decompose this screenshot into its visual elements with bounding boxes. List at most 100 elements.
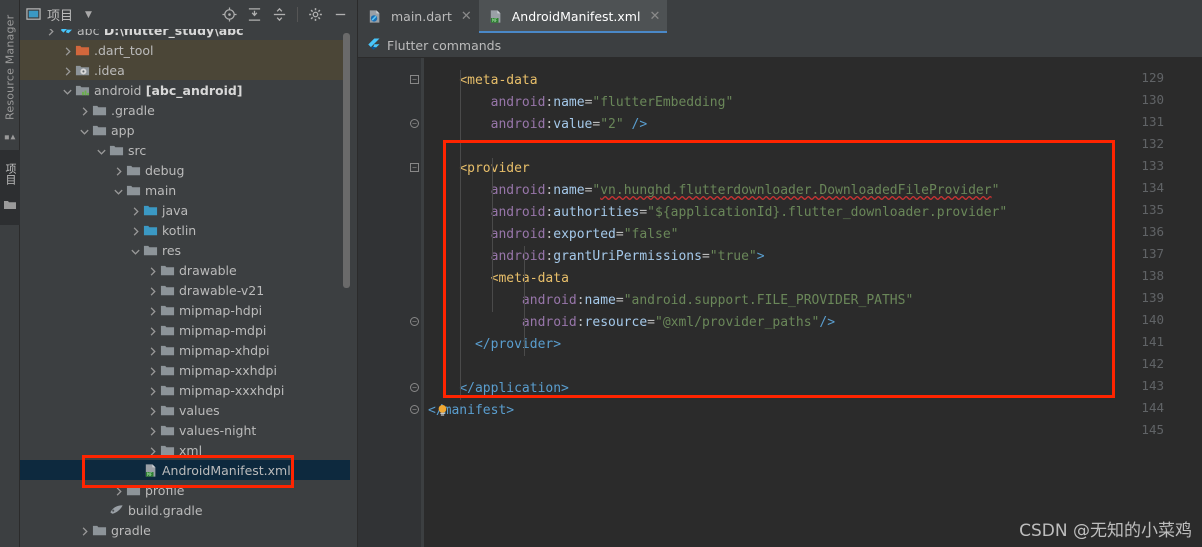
tree-item-res[interactable]: res bbox=[20, 240, 350, 260]
close-icon[interactable]: ✕ bbox=[461, 9, 472, 24]
tree-item-label: app bbox=[111, 122, 135, 138]
chevron-right-icon[interactable] bbox=[147, 445, 158, 456]
tree-item-mipmap-xxhdpi[interactable]: mipmap-xxhdpi bbox=[20, 360, 350, 380]
tree-item-mipmap-hdpi[interactable]: mipmap-hdpi bbox=[20, 300, 350, 320]
tree-item-app[interactable]: app bbox=[20, 120, 350, 140]
chevron-right-icon[interactable] bbox=[130, 225, 141, 236]
chevron-right-icon[interactable] bbox=[79, 105, 90, 116]
folder-orange-icon bbox=[75, 45, 90, 55]
fold-toggle-icon[interactable]: − bbox=[410, 119, 419, 128]
tree-item-android[interactable]: android [abc_android] bbox=[20, 80, 350, 100]
close-icon[interactable]: ✕ bbox=[649, 9, 660, 24]
fold-toggle-icon[interactable]: − bbox=[410, 163, 419, 172]
tree-item-xml[interactable]: xml bbox=[20, 440, 350, 460]
locate-in-tree-icon[interactable] bbox=[222, 7, 237, 22]
tree-item-mipmap-mdpi[interactable]: mipmap-mdpi bbox=[20, 320, 350, 340]
code-editor[interactable]: 129− <meta-data 130 android:name="flutter… bbox=[358, 58, 1202, 547]
svg-text:MF: MF bbox=[492, 18, 498, 24]
tree-item-drawable-v21[interactable]: drawable-v21 bbox=[20, 280, 350, 300]
tree-item--dart-tool[interactable]: .dart_tool bbox=[20, 40, 350, 60]
chevron-right-icon[interactable] bbox=[147, 425, 158, 436]
tree-item-gradle[interactable]: gradle bbox=[20, 520, 350, 540]
code-line-130[interactable]: android:name="flutterEmbedding" bbox=[428, 92, 734, 114]
editor-gutter[interactable] bbox=[358, 58, 424, 547]
collapse-all-icon[interactable] bbox=[272, 7, 287, 22]
chevron-right-icon[interactable] bbox=[147, 345, 158, 356]
tree-item-abc[interactable]: abc D:\flutter_study\abc bbox=[20, 29, 350, 40]
chevron-down-icon[interactable] bbox=[79, 125, 90, 136]
chevron-right-icon[interactable] bbox=[45, 29, 56, 36]
chevron-down-icon[interactable] bbox=[62, 85, 73, 96]
tree-item-src[interactable]: src bbox=[20, 140, 350, 160]
tree-item-build-gradle[interactable]: build.gradle bbox=[20, 500, 350, 520]
code-line-141[interactable]: </provider> bbox=[428, 334, 561, 356]
tree-item-values-night[interactable]: values-night bbox=[20, 420, 350, 440]
tree-item-java[interactable]: java bbox=[20, 200, 350, 220]
code-token: android bbox=[490, 205, 546, 220]
project-tool-tab[interactable]: 项目 bbox=[0, 150, 20, 225]
code-line-135[interactable]: android:authorities="${applicationId}.fl… bbox=[428, 202, 1008, 224]
chevron-right-icon[interactable] bbox=[147, 325, 158, 336]
chevron-right-icon[interactable] bbox=[147, 405, 158, 416]
chevron-right-icon[interactable] bbox=[79, 525, 90, 536]
code-token: /> bbox=[631, 117, 648, 132]
tree-item-mipmap-xxxhdpi[interactable]: mipmap-xxxhdpi bbox=[20, 380, 350, 400]
fold-toggle-icon[interactable]: − bbox=[410, 75, 419, 84]
fold-toggle-icon[interactable]: − bbox=[410, 383, 419, 392]
intention-bulb-icon[interactable] bbox=[437, 404, 448, 417]
tree-item-debug[interactable]: debug bbox=[20, 160, 350, 180]
chevron-right-icon[interactable] bbox=[147, 365, 158, 376]
resource-manager-tab[interactable]: Resource Manager bbox=[0, 6, 20, 128]
line-number: 141 bbox=[1141, 334, 1164, 349]
code-token: android bbox=[490, 183, 546, 198]
code-line-139[interactable]: android:name="android.support.FILE_PROVI… bbox=[428, 290, 913, 312]
expand-all-icon[interactable] bbox=[247, 7, 262, 22]
tree-item-main[interactable]: main bbox=[20, 180, 350, 200]
tree-item-drawable[interactable]: drawable bbox=[20, 260, 350, 280]
chevron-right-icon[interactable] bbox=[113, 485, 124, 496]
chevron-down-icon[interactable] bbox=[96, 145, 107, 156]
code-line-133[interactable]: <provider bbox=[428, 158, 529, 180]
tree-item--gradle[interactable]: .gradle bbox=[20, 100, 350, 120]
minimize-icon[interactable] bbox=[333, 7, 348, 22]
code-line-129[interactable]: <meta-data bbox=[428, 70, 537, 92]
chevron-down-icon[interactable] bbox=[130, 245, 141, 256]
code-token: = bbox=[701, 249, 710, 264]
code-line-140[interactable]: android:resource="@xml/provider_paths"/> bbox=[428, 312, 835, 334]
code-token: "false" bbox=[623, 227, 679, 242]
chevron-right-icon[interactable] bbox=[147, 305, 158, 316]
tree-item-profile[interactable]: profile bbox=[20, 480, 350, 500]
tree-item-mipmap-xhdpi[interactable]: mipmap-xhdpi bbox=[20, 340, 350, 360]
chevron-right-icon[interactable] bbox=[130, 205, 141, 216]
chevron-right-icon[interactable] bbox=[147, 265, 158, 276]
code-line-138[interactable]: <meta-data bbox=[428, 268, 569, 290]
code-token: "${applicationId}.flutter_downloader.pro… bbox=[647, 205, 1008, 220]
left-tool-strip: Resource Manager 项目 bbox=[0, 0, 20, 547]
tree-item-kotlin[interactable]: kotlin bbox=[20, 220, 350, 240]
chevron-right-icon[interactable] bbox=[62, 65, 73, 76]
project-tree[interactable]: abc D:\flutter_study\abc .dart_tool .idea a… bbox=[20, 29, 350, 547]
chevron-down-icon[interactable] bbox=[113, 185, 124, 196]
line-number: 137 bbox=[1141, 246, 1164, 261]
chevron-down-icon[interactable]: ▼ bbox=[85, 10, 92, 20]
chevron-right-icon[interactable] bbox=[147, 285, 158, 296]
tree-item-values[interactable]: values bbox=[20, 400, 350, 420]
tree-item--idea[interactable]: .idea bbox=[20, 60, 350, 80]
fold-toggle-icon[interactable]: − bbox=[410, 317, 419, 326]
chevron-right-icon[interactable] bbox=[113, 165, 124, 176]
project-tree-scrollbar[interactable] bbox=[343, 33, 350, 288]
code-line-136[interactable]: android:exported="false" bbox=[428, 224, 679, 246]
fold-toggle-icon[interactable]: − bbox=[410, 405, 419, 414]
chevron-right-icon[interactable] bbox=[147, 385, 158, 396]
line-number: 132 bbox=[1141, 136, 1164, 151]
tree-item-androidmanifest-xml[interactable]: MF AndroidManifest.xml bbox=[20, 460, 350, 480]
code-line-137[interactable]: android:grantUriPermissions="true"> bbox=[428, 246, 765, 268]
code-line-134[interactable]: android:name="vn.hunghd.flutterdownloade… bbox=[428, 180, 1000, 202]
editor-tab-androidmanifest-xml[interactable]: MF AndroidManifest.xml ✕ bbox=[478, 0, 668, 33]
chevron-right-icon[interactable] bbox=[62, 45, 73, 56]
gradle-file-icon bbox=[110, 504, 123, 514]
code-line-143[interactable]: </application> bbox=[428, 378, 569, 400]
flutter-commands-bar[interactable]: Flutter commands bbox=[358, 33, 1202, 58]
editor-tab-main-dart[interactable]: main.dart ✕ bbox=[358, 0, 479, 33]
gear-icon[interactable] bbox=[308, 7, 323, 22]
